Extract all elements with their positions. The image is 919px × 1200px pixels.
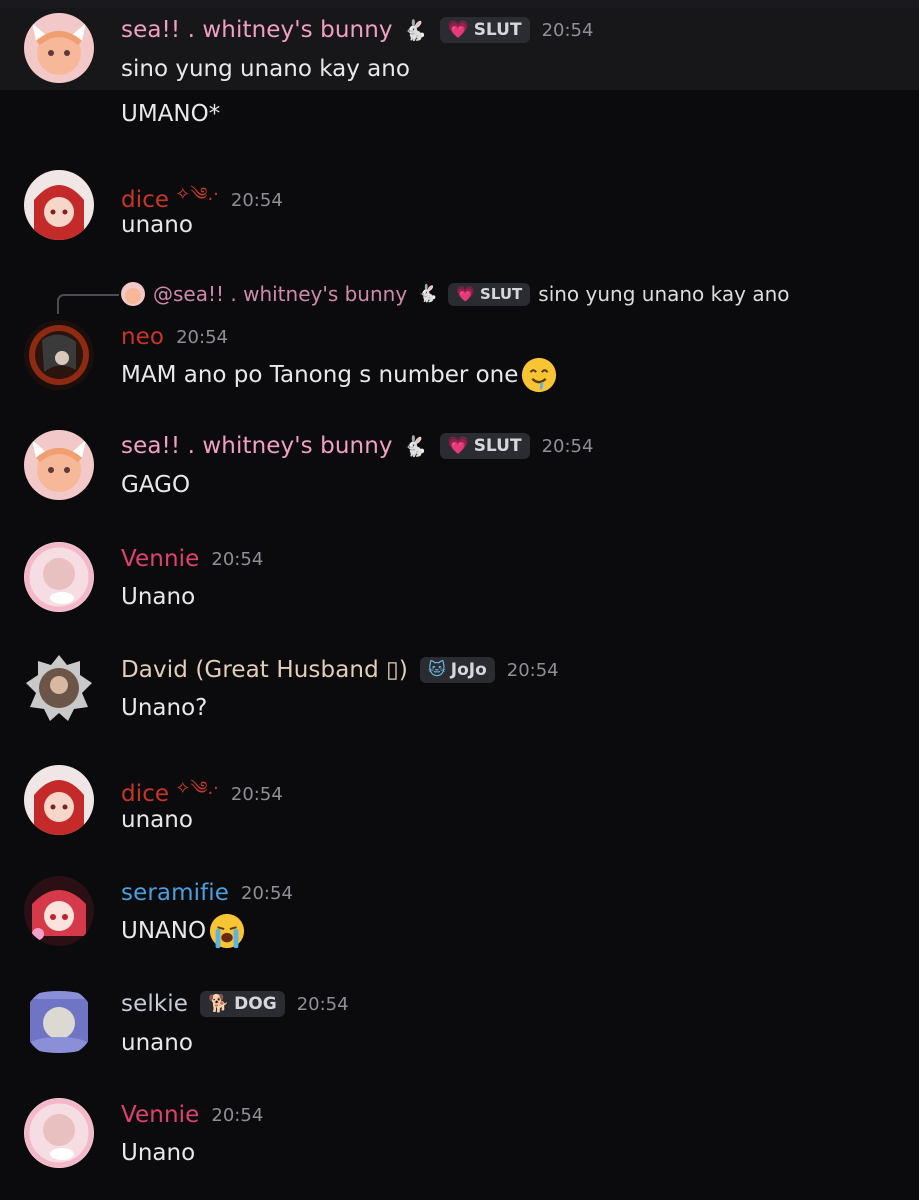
timestamp: 20:54 [506, 659, 559, 681]
avatar[interactable] [24, 987, 94, 1057]
timestamp: 20:54 [211, 1104, 264, 1126]
blue-cat-icon: 🐱 [428, 660, 446, 680]
avatar[interactable] [24, 320, 94, 390]
drooling-face-emoji [522, 357, 557, 393]
message-header: Vennie 20:54 [121, 1102, 263, 1128]
timestamp: 20:54 [176, 326, 228, 348]
reply-preview[interactable]: @sea!! . whitney's bunny 🐇 💗 SLUT sino yu… [121, 282, 790, 306]
avatar[interactable] [24, 876, 94, 946]
message-text: unano [121, 1030, 193, 1056]
avatar[interactable] [24, 765, 94, 835]
avatar[interactable] [24, 13, 94, 83]
username[interactable]: sea!! . whitney's bunny [121, 17, 393, 43]
message-header: Vennie 20:54 [121, 546, 263, 572]
message-text: UMANO* [121, 101, 221, 127]
username[interactable]: dice [121, 781, 169, 807]
timestamp: 20:54 [296, 993, 349, 1015]
role-tag[interactable]: 💗 SLUT [439, 17, 530, 43]
timestamp: 20:54 [230, 189, 283, 211]
dog-icon: 🐕 [207, 994, 230, 1014]
role-tag: 💗 SLUT [448, 282, 531, 306]
avatar[interactable] [24, 430, 94, 500]
username[interactable]: Vennie [121, 1102, 199, 1128]
message-text: sino yung unano kay ano [121, 56, 410, 82]
username[interactable]: dice [121, 187, 169, 213]
reply-text: sino yung unano kay ano [538, 282, 790, 306]
message-text: unano [121, 807, 193, 833]
message-text: unano [121, 212, 193, 238]
message-header: sea!! . whitney's bunny 🐇 💗 SLUT 20:54 [121, 17, 593, 43]
reply-avatar [121, 282, 145, 306]
username[interactable]: seramifie [121, 880, 229, 906]
rabbit-icon: 🐇 [417, 284, 439, 304]
avatar[interactable] [24, 1098, 94, 1168]
message-header: David (Great Husband ▯) 🐱 JoJo 20:54 [121, 657, 559, 683]
message-header: seramifie 20:54 [121, 880, 293, 906]
timestamp: 20:54 [230, 783, 283, 805]
message-text: Unano [121, 584, 196, 610]
timestamp: 20:54 [211, 548, 264, 570]
top-bar [0, 0, 919, 8]
username[interactable]: selkie [121, 991, 188, 1017]
avatar[interactable] [24, 170, 94, 240]
message-text: Unano? [121, 695, 208, 721]
pink-heart-icon: 💗 [447, 20, 469, 40]
username[interactable]: sea!! . whitney's bunny [121, 433, 393, 459]
username[interactable]: neo [121, 324, 164, 350]
role-tag[interactable]: 💗 SLUT [439, 433, 530, 459]
username[interactable]: Vennie [121, 546, 199, 572]
pink-heart-icon: 💗 [456, 285, 476, 303]
timestamp: 20:54 [241, 882, 293, 904]
timestamp: 20:54 [541, 19, 594, 41]
message-header: sea!! . whitney's bunny 🐇 💗 SLUT 20:54 [121, 433, 593, 459]
reply-mention[interactable]: @sea!! . whitney's bunny [153, 282, 407, 306]
role-tag[interactable]: 🐕 DOG [199, 991, 285, 1017]
message-text: UNANO [121, 912, 246, 950]
avatar[interactable] [24, 542, 94, 612]
timestamp: 20:54 [541, 435, 594, 457]
message-text: Unano [121, 1140, 196, 1166]
avatar[interactable] [24, 653, 94, 723]
reply-connector [57, 294, 119, 314]
pink-heart-icon: 💗 [447, 436, 469, 456]
role-tag[interactable]: 🐱 JoJo [420, 657, 495, 683]
message-header: neo 20:54 [121, 324, 228, 350]
rabbit-icon: 🐇 [402, 434, 428, 458]
message-text: MAM ano po Tanong s number one [121, 356, 558, 394]
rabbit-icon: 🐇 [402, 18, 428, 42]
message-header: selkie 🐕 DOG 20:54 [121, 991, 349, 1017]
message-text: GAGO [121, 472, 191, 498]
username[interactable]: David (Great Husband ▯) [121, 657, 408, 683]
loudly-crying-face-emoji [209, 913, 245, 949]
